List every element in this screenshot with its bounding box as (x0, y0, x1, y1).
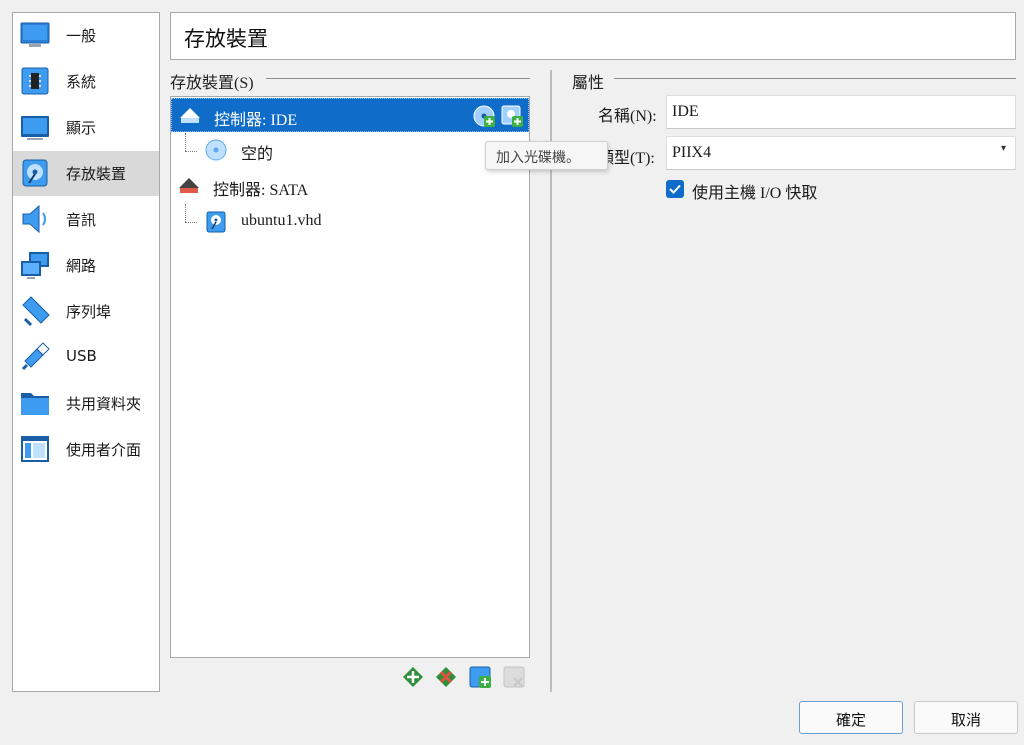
storage-group-divider (266, 78, 530, 79)
storage-group-label: 存放裝置(S) (170, 75, 254, 92)
hard-disk-icon (206, 211, 226, 233)
user-interface-icon (21, 436, 49, 462)
sidebar-item-label: 共用資料夾 (66, 395, 142, 413)
sidebar-item-general[interactable]: 一般 (13, 13, 159, 58)
display-monitor-icon (21, 116, 49, 140)
type-select[interactable]: PIIX4 ▾ (666, 136, 1016, 170)
sidebar-item-label: 音訊 (66, 211, 97, 229)
sidebar-item-label: 網路 (66, 257, 97, 275)
speaker-icon (22, 204, 46, 234)
properties-group-divider (614, 78, 1016, 79)
tree-row-hard-disk[interactable]: ubuntu1.vhd (171, 205, 529, 239)
ok-button[interactable]: 確定 (799, 701, 903, 734)
sidebar-item-label: 一般 (66, 27, 97, 45)
sidebar-item-label: 顯示 (66, 119, 97, 137)
serial-port-icon (22, 296, 50, 327)
checkmark-icon (669, 184, 681, 194)
add-optical-drive-icon[interactable] (472, 104, 496, 128)
system-chip-icon (21, 67, 49, 95)
sidebar-item-storage[interactable]: 存放裝置 (13, 151, 159, 196)
sidebar-item-usb[interactable]: USB (13, 335, 159, 380)
tree-label: 空的 (241, 146, 274, 163)
sidebar-item-label: 使用者介面 (66, 441, 142, 459)
tree-label: ubuntu1.vhd (241, 212, 322, 229)
tree-row-controller-ide[interactable]: 控制器: IDE (171, 98, 529, 132)
cancel-button[interactable]: 取消 (914, 701, 1018, 734)
general-monitor-icon (20, 22, 50, 47)
add-controller-icon[interactable] (401, 665, 425, 689)
add-hard-disk-icon[interactable] (500, 104, 524, 128)
sidebar-item-audio[interactable]: 音訊 (13, 197, 159, 242)
storage-tree[interactable]: 控制器: IDE 空的 控制器: SATA ubuntu1.vhd (170, 96, 530, 658)
sidebar-item-label: 序列埠 (66, 303, 112, 321)
tree-row-empty-optical[interactable]: 空的 (171, 133, 529, 167)
add-optical-drive-tooltip: 加入光碟機。 (485, 141, 608, 170)
sidebar-item-label: USB (66, 347, 97, 365)
name-field-value: IDE (672, 103, 699, 120)
ide-controller-icon (180, 108, 200, 123)
tree-label: 控制器: SATA (213, 182, 309, 199)
sata-controller-icon (179, 178, 199, 193)
page-title-box: 存放裝置 (170, 12, 1016, 60)
tree-row-controller-sata[interactable]: 控制器: SATA (171, 169, 529, 203)
properties-group-label: 屬性 (572, 75, 605, 92)
storage-disk-icon (22, 159, 48, 187)
name-label: 名稱(N): (598, 108, 657, 125)
remove-attachment-icon[interactable] (502, 665, 526, 689)
host-io-cache-label[interactable]: 使用主機 I/O 快取 (692, 179, 817, 203)
sidebar-item-user-interface[interactable]: 使用者介面 (13, 427, 159, 472)
type-select-value: PIIX4 (672, 144, 712, 161)
sidebar-item-network[interactable]: 網路 (13, 243, 159, 288)
remove-controller-icon[interactable] (434, 665, 458, 689)
network-icon (21, 252, 49, 279)
host-io-cache-checkbox[interactable] (666, 180, 684, 198)
optical-disc-icon (205, 139, 227, 161)
sidebar-item-label: 系統 (66, 73, 97, 91)
shared-folder-icon (21, 393, 49, 415)
sidebar-item-shared-folders[interactable]: 共用資料夾 (13, 381, 159, 426)
name-field[interactable]: IDE (666, 95, 1016, 129)
sidebar-item-system[interactable]: 系統 (13, 59, 159, 104)
chevron-down-icon: ▾ (1000, 143, 1006, 154)
add-attachment-icon[interactable] (468, 665, 492, 689)
settings-sidebar: 一般 系統 顯示 存放裝置 音訊 網路 序列埠 USB 共用資料夾 使用者介面 (12, 12, 160, 692)
sidebar-item-display[interactable]: 顯示 (13, 105, 159, 150)
usb-icon (21, 342, 50, 371)
page-title: 存放裝置 (184, 27, 268, 51)
sidebar-item-label: 存放裝置 (66, 165, 127, 183)
sidebar-item-serial-ports[interactable]: 序列埠 (13, 289, 159, 334)
tree-label: 控制器: IDE (214, 112, 298, 129)
